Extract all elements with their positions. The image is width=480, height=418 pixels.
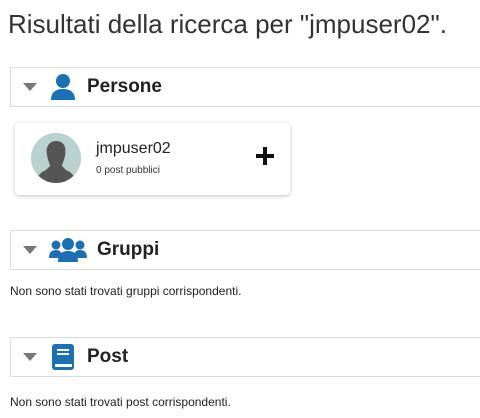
follow-plus-button[interactable] xyxy=(255,146,275,166)
group-icon xyxy=(49,236,87,264)
section-title-people: Persone xyxy=(87,76,162,97)
posts-empty-message: Non sono stati trovati post corrisponden… xyxy=(10,395,231,409)
person-card[interactable]: jmpuser02 0 post pubblici xyxy=(15,123,290,195)
plus-icon xyxy=(256,147,274,165)
avatar[interactable] xyxy=(31,133,81,183)
section-header-groups[interactable]: Gruppi xyxy=(10,230,480,270)
book-icon xyxy=(49,343,77,371)
person-icon xyxy=(49,73,77,101)
chevron-down-icon[interactable] xyxy=(23,353,37,361)
groups-empty-message: Non sono stati trovati gruppi corrispond… xyxy=(10,284,242,298)
section-header-people[interactable]: Persone xyxy=(10,67,480,107)
section-title-groups: Gruppi xyxy=(97,239,160,260)
person-post-count: 0 post pubblici xyxy=(96,165,160,176)
chevron-down-icon[interactable] xyxy=(23,246,37,254)
section-title-posts: Post xyxy=(87,346,129,367)
person-name[interactable]: jmpuser02 xyxy=(96,140,171,158)
section-header-posts[interactable]: Post xyxy=(10,337,480,377)
chevron-down-icon[interactable] xyxy=(23,83,37,91)
page-title: Risultati della ricerca per "jmpuser02". xyxy=(8,9,447,39)
